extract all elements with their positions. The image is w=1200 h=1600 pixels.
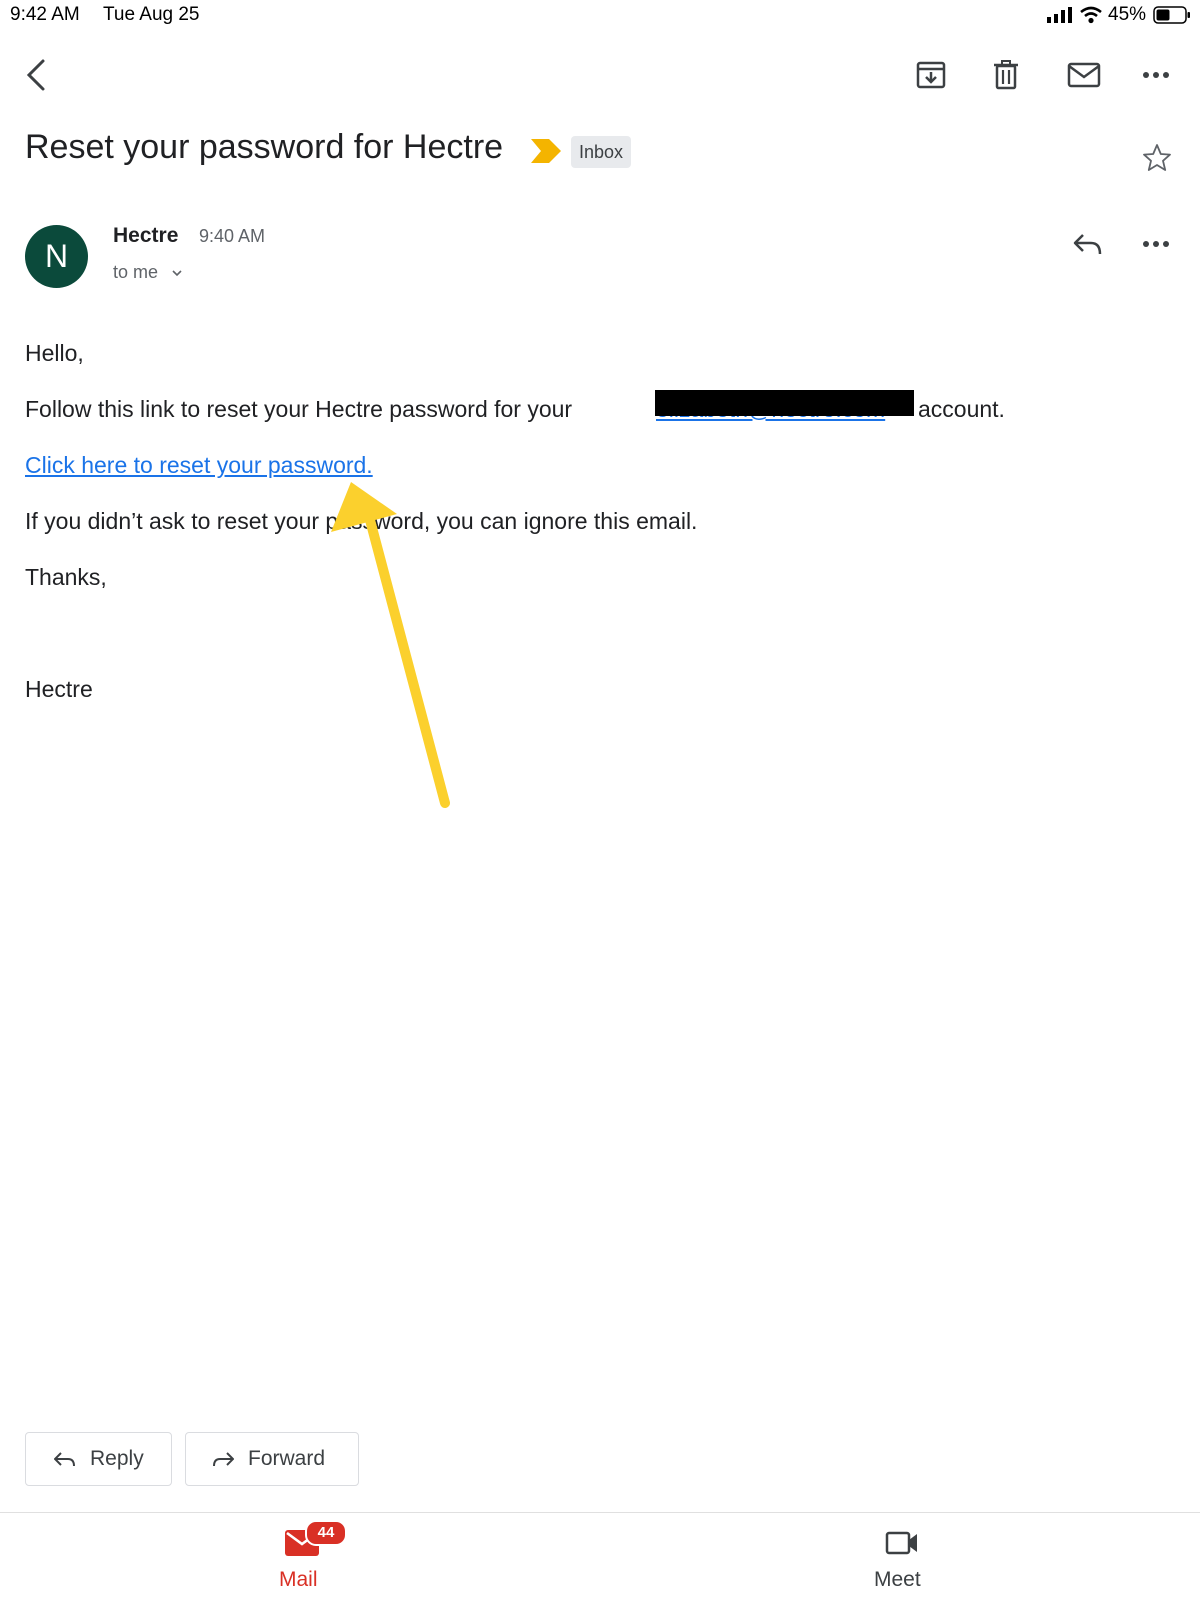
forward-button-label: Forward [248,1447,326,1470]
reply-icon [54,1452,75,1467]
reset-password-link[interactable]: Click here to reset your password. [25,452,373,479]
mail-icon [1067,62,1101,88]
reply-icon-button[interactable] [1068,226,1108,262]
more-options-button[interactable] [1136,55,1176,95]
signature: Hectre [25,676,93,702]
chevron-left-icon [26,59,45,91]
battery-percentage: 45% [1108,4,1147,25]
closing: Thanks, [25,564,107,590]
status-date: Tue Aug 25 [103,4,200,25]
reply-icon [1073,234,1102,255]
nav-meet-label: Meet [874,1568,921,1591]
inbox-label-chip[interactable]: Inbox [571,136,632,168]
recipient-details[interactable]: to me [113,262,158,283]
star-button[interactable] [1139,140,1175,176]
forward-icon [213,1452,234,1467]
forward-button[interactable]: Forward [185,1432,359,1486]
sender-avatar: N [25,225,88,288]
importance-marker-icon [531,139,561,163]
back-button[interactable] [16,55,56,95]
bottom-nav-divider [0,1512,1200,1513]
cellular-signal-icon [1047,7,1072,23]
body-line-instructions: Follow this link to reset your Hectre pa… [25,396,573,422]
chevron-down-icon[interactable] [171,268,183,278]
email-subject: Reset your password for Hectre [25,128,504,166]
star-icon [1143,144,1171,171]
annotation-arrow [331,482,450,808]
wifi-icon [1080,6,1102,24]
archive-icon [916,61,946,89]
body-line-ignore: If you didn’t ask to reset your password… [25,508,698,534]
nav-tab-meet[interactable]: Meet [855,1518,945,1598]
message-more-button[interactable] [1136,226,1176,262]
battery-icon [1153,6,1190,24]
sent-time: 9:40 AM [199,226,266,246]
body-line-account: account. [918,396,1005,422]
nav-mail-label: Mail [279,1568,318,1591]
more-horizontal-icon [1143,72,1169,78]
more-horizontal-icon [1143,241,1169,247]
archive-button[interactable] [911,55,951,95]
nav-tab-mail[interactable]: 44 Mail [255,1518,347,1598]
delete-button[interactable] [986,55,1026,95]
trash-icon [994,60,1018,90]
reply-button-label: Reply [90,1447,144,1470]
status-time: 9:42 AM [10,4,80,25]
reply-button[interactable]: Reply [25,1432,172,1486]
video-camera-icon [885,1531,917,1555]
redaction-bar [655,390,914,416]
unread-count-badge: 44 [305,1520,347,1546]
sender-name: Hectre [113,224,179,247]
mark-unread-button[interactable] [1062,55,1106,95]
greeting: Hello, [25,340,84,366]
